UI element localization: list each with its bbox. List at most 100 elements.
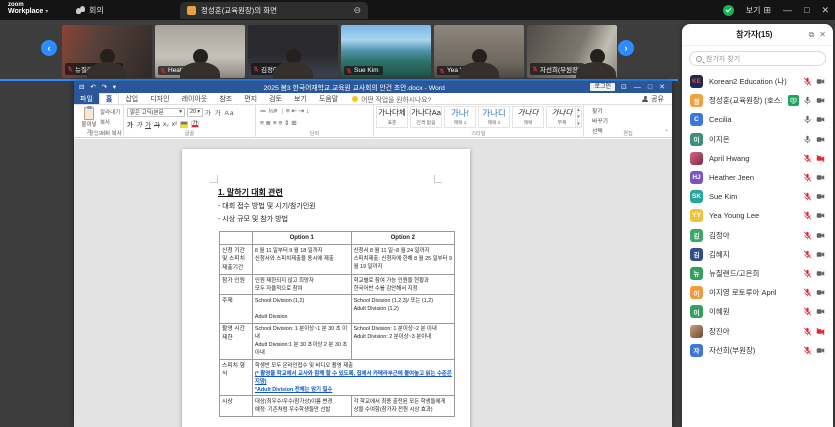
participant-row[interactable]: 장진아 xyxy=(682,321,833,340)
strikethrough-button[interactable]: 가 xyxy=(154,119,160,129)
participant-row[interactable]: CCecilia xyxy=(682,110,833,129)
word-tab-8[interactable]: 보기 xyxy=(288,93,313,104)
view-button[interactable]: 보기 ⊞ xyxy=(746,5,771,16)
camera-icon[interactable] xyxy=(816,307,825,316)
replace-button[interactable]: 바꾸기 xyxy=(592,117,608,127)
video-thumbnail[interactable]: Yea Young Lee xyxy=(434,25,524,78)
muted-mic-icon[interactable] xyxy=(803,231,812,240)
video-thumbnail[interactable]: 자선희(부원장) xyxy=(527,25,617,78)
font-grow-shrink-buttons[interactable]: 가 가 Aa xyxy=(205,107,235,117)
camera-icon[interactable] xyxy=(816,77,825,86)
muted-mic-icon[interactable] xyxy=(803,173,812,182)
camera-icon[interactable] xyxy=(816,346,825,355)
mic-icon[interactable] xyxy=(803,135,812,144)
mic-icon[interactable] xyxy=(803,96,812,105)
participant-row[interactable]: 이이혜원 xyxy=(682,302,833,321)
find-button[interactable]: 찾기 xyxy=(592,107,608,117)
paragraph-buttons-row2[interactable]: ≡ ≣ ≡ ≡ ⇕ ⊞ xyxy=(260,119,297,127)
word-minimize-button[interactable]: — xyxy=(634,84,641,91)
camera-icon[interactable] xyxy=(816,269,825,278)
muted-mic-icon[interactable] xyxy=(803,288,812,297)
font-size-select[interactable]: 20▾ xyxy=(187,108,203,117)
style-부제[interactable]: 가나다부제 xyxy=(546,106,578,128)
muted-mic-icon[interactable] xyxy=(803,154,812,163)
participant-row[interactable]: 자자선희(부원장) xyxy=(682,341,833,360)
camera-icon[interactable] xyxy=(816,192,825,201)
participant-row[interactable]: KEKorean2 Education (나) xyxy=(682,72,833,91)
participant-row[interactable]: 이이지은 xyxy=(682,130,833,149)
participant-search-input[interactable]: 참가자 찾기 xyxy=(689,51,826,66)
font-color-button[interactable]: 가 xyxy=(191,121,199,128)
window-close-button[interactable]: ✕ xyxy=(821,5,829,16)
window-maximize-button[interactable]: □ xyxy=(804,5,809,15)
style-제목 2[interactable]: 가나디제목 2 xyxy=(478,106,510,128)
camera-icon[interactable] xyxy=(816,211,825,220)
muted-mic-icon[interactable] xyxy=(803,269,812,278)
participant-row[interactable]: 정정성훈(교육원장) (호스트) xyxy=(682,91,833,110)
word-tab-3[interactable]: 디자인 xyxy=(144,93,175,104)
muted-mic-icon[interactable] xyxy=(803,211,812,220)
word-tab-5[interactable]: 참조 xyxy=(213,93,238,104)
video-thumbnail[interactable]: 뉴질랜드/고은희 xyxy=(62,25,152,78)
bold-button[interactable]: 가 xyxy=(127,119,133,129)
style-제목[interactable]: 가나다제목 xyxy=(512,106,544,128)
gallery-next-button[interactable]: › xyxy=(618,40,634,56)
participant-row[interactable]: SKSue Kim xyxy=(682,187,833,206)
camera-icon[interactable] xyxy=(816,135,825,144)
word-tab-7[interactable]: 검토 xyxy=(263,93,288,104)
minimize-share-icon[interactable]: ⊖ xyxy=(353,5,361,16)
participant-row[interactable]: HJHeather Jeen xyxy=(682,168,833,187)
word-document-area[interactable]: 1. 말하기 대회 관련 - 대회 접수 방법 및 시기/참가인원 - 시상 규… xyxy=(74,139,672,427)
word-tab-home[interactable]: 홈 xyxy=(99,93,119,104)
word-maximize-button[interactable]: □ xyxy=(648,84,652,91)
underline-button[interactable]: 가 xyxy=(145,119,151,129)
popout-icon[interactable]: ⧉ xyxy=(809,30,815,40)
style-제목 1[interactable]: 가나!제목 1 xyxy=(444,106,476,128)
participant-row[interactable]: 뉴뉴질랜드/고은희 xyxy=(682,264,833,283)
styles-gallery-scroll[interactable]: ▴▾▾ xyxy=(575,106,582,128)
document-page[interactable]: 1. 말하기 대회 관련 - 대회 접수 방법 및 시기/참가인원 - 시상 규… xyxy=(182,149,470,427)
copy-button[interactable]: 복사 xyxy=(100,118,122,128)
window-minimize-button[interactable]: — xyxy=(783,5,792,15)
gallery-prev-button[interactable]: ‹ xyxy=(41,40,57,56)
muted-mic-icon[interactable] xyxy=(803,192,812,201)
camera-icon[interactable] xyxy=(816,288,825,297)
word-tab-9[interactable]: 도움말 xyxy=(313,93,344,104)
video-thumbnail[interactable]: Heather Jeen xyxy=(155,25,245,78)
cut-button[interactable]: 잘라내기 xyxy=(100,108,122,118)
word-login-button[interactable]: 로그인 xyxy=(590,83,615,91)
shared-screen-tab[interactable]: 정성훈(교육원장)의 화면 ⊖ xyxy=(180,2,368,19)
participant-row[interactable]: 김김정아 xyxy=(682,226,833,245)
participant-row[interactable]: YYYea Young Lee xyxy=(682,206,833,225)
italic-button[interactable]: 가 xyxy=(136,119,142,129)
camera-off-icon[interactable] xyxy=(816,327,825,336)
muted-mic-icon[interactable] xyxy=(803,77,812,86)
word-quick-access-toolbar[interactable]: ⊟ ↶ ↷ ▾ xyxy=(79,83,118,91)
word-tab-4[interactable]: 레이아웃 xyxy=(176,93,214,104)
tell-me-search[interactable]: 어떤 작업을 원하시나요? xyxy=(344,93,431,104)
camera-icon[interactable] xyxy=(816,250,825,259)
muted-mic-icon[interactable] xyxy=(803,346,812,355)
style-간격 없음[interactable]: 가나다Aa간격 없음 xyxy=(410,106,442,128)
chevron-down-icon[interactable]: ▾ xyxy=(45,9,48,15)
participant-row[interactable]: 김김혜지 xyxy=(682,245,833,264)
participant-row[interactable]: 이이지영 로토루아 April xyxy=(682,283,833,302)
ribbon-collapse-icon[interactable]: ⌃ xyxy=(664,129,669,136)
subscript-button[interactable]: x₂ xyxy=(163,121,169,128)
mic-icon[interactable] xyxy=(803,115,812,124)
ribbon-options-icon[interactable]: ⊡ xyxy=(621,83,627,91)
style-표준[interactable]: 가나다체표준 xyxy=(376,106,408,128)
word-tab-6[interactable]: 편지 xyxy=(238,93,263,104)
word-share-button[interactable]: 공유 xyxy=(642,93,672,104)
highlight-color-button[interactable] xyxy=(180,121,188,128)
superscript-button[interactable]: x² xyxy=(172,121,177,128)
close-panel-icon[interactable]: ✕ xyxy=(819,30,826,40)
word-tab-file[interactable]: 파일 xyxy=(74,93,99,104)
camera-icon[interactable] xyxy=(816,115,825,124)
camera-off-icon[interactable] xyxy=(816,154,825,163)
muted-mic-icon[interactable] xyxy=(803,327,812,336)
font-name-select[interactable]: 맑은 고딕(본문▾ xyxy=(127,108,185,117)
word-tab-2[interactable]: 삽입 xyxy=(119,93,144,104)
camera-icon[interactable] xyxy=(816,173,825,182)
participant-row[interactable]: April Hwang xyxy=(682,149,833,168)
